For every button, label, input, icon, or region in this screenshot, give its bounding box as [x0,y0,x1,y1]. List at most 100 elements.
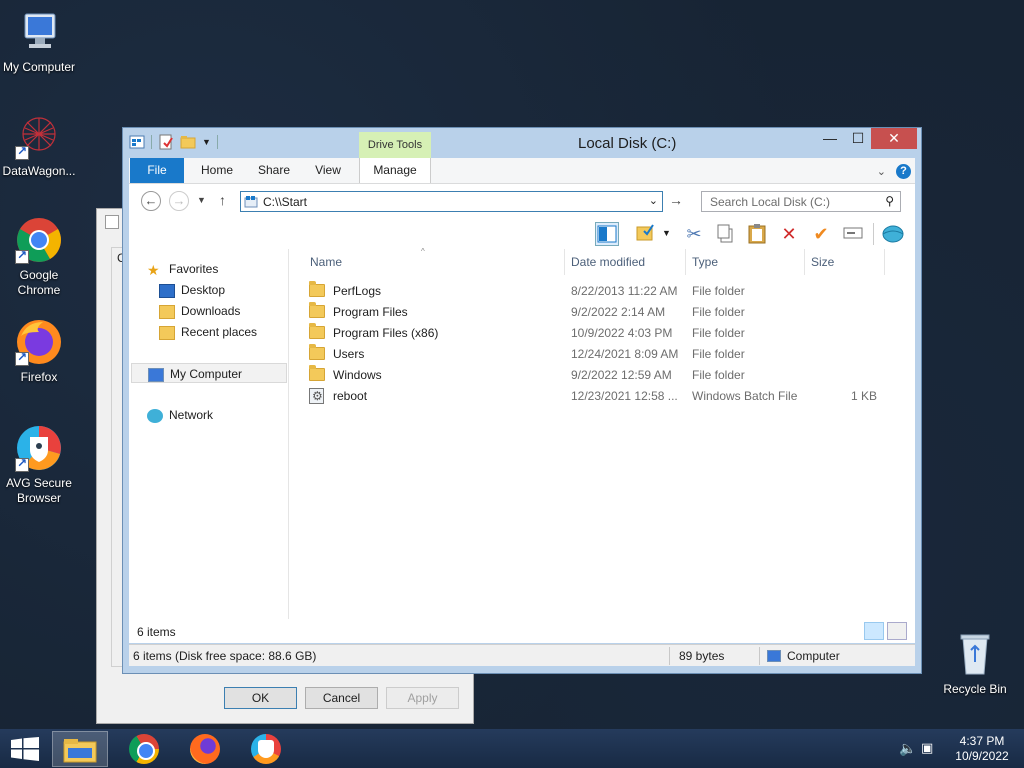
back-button[interactable]: ← [141,191,161,211]
shortcut-arrow-icon [15,144,29,160]
recycle-bin-icon [951,630,999,678]
taskbar: 🔈 ▣ 4:37 PM 10/9/2022 [0,729,1024,768]
column-header-size[interactable]: Size [811,255,834,269]
nav-network[interactable]: Network [147,405,213,425]
select-dropdown-icon[interactable]: ▼ [662,228,671,238]
desktop-icon-chrome[interactable]: Google Chrome [0,216,78,298]
tab-home[interactable]: Home [191,158,243,183]
column-header-date[interactable]: Date modified [571,255,645,269]
firefox-icon-wrap [15,318,63,366]
nav-label: Desktop [181,283,226,297]
tab-share[interactable]: Share [249,158,299,183]
desktop-icon-label: Firefox [20,370,58,384]
taskbar-explorer[interactable] [52,731,108,767]
file-row[interactable]: PerfLogs 8/22/2013 11:22 AM File folder [309,281,909,302]
maximize-button[interactable]: ☐ [845,128,871,149]
tab-view[interactable]: View [305,158,351,183]
file-explorer-icon [63,739,97,763]
copy-icon[interactable] [713,222,737,246]
rename-check-icon[interactable]: ✔ [809,222,833,246]
apply-button[interactable]: Apply [386,687,459,709]
file-row[interactable]: Users 12/24/2021 8:09 AM File folder [309,344,909,365]
column-divider[interactable] [685,249,686,275]
network-status-icon[interactable]: ▣ [921,740,933,756]
explorer-app-icon[interactable] [129,134,145,150]
taskbar-avg[interactable] [238,731,294,767]
column-divider[interactable] [804,249,805,275]
network-icon [147,408,163,423]
clock-time: 4:37 PM [959,734,1005,748]
details-bar: 6 items (Disk free space: 88.6 GB) 89 by… [129,644,915,666]
desktop-icon-recycle-bin[interactable]: Recycle Bin [936,630,1014,697]
properties-icon[interactable] [158,134,174,150]
help-icon[interactable]: ? [896,164,911,179]
folder-icon [309,365,325,381]
title-bar[interactable]: ▼ Drive Tools Local Disk (C:) — ☐ ✕ [123,128,921,159]
tab-file[interactable]: File [130,158,184,183]
search-input[interactable]: Search Local Disk (C:) [710,195,830,209]
address-bar[interactable]: C:\\Start ⌄ [240,191,663,212]
nav-favorites[interactable]: ★ Favorites [147,259,218,279]
select-checkbox-icon[interactable] [634,222,658,246]
customize-qat-icon[interactable]: ▼ [202,137,211,147]
nav-my-computer[interactable]: My Computer [131,363,287,383]
search-box[interactable]: Search Local Disk (C:) ⚲ [701,191,901,212]
disk-summary: 6 items (Disk free space: 88.6 GB) [133,649,317,663]
up-arrow-icon[interactable]: ↑ [219,192,226,208]
column-header-name[interactable]: Name [310,255,342,269]
tab-manage[interactable]: Manage [359,158,431,183]
selection-bytes: 89 bytes [679,649,725,663]
back-arrow-icon: ← [144,193,158,208]
nav-downloads[interactable]: Downloads [159,301,240,321]
taskbar-chrome[interactable] [116,731,172,767]
shortcut-arrow-icon [15,456,29,472]
large-icons-view-icon[interactable] [887,622,907,640]
file-name: reboot [333,389,368,403]
desktop-icon-firefox[interactable]: Firefox [0,318,78,385]
file-type: File folder [692,326,745,340]
firefox-icon [190,734,220,764]
file-row[interactable]: reboot 12/23/2021 12:58 ... Windows Batc… [309,386,909,407]
nav-recent-places[interactable]: Recent places [159,322,257,342]
rename-field-icon[interactable] [841,222,865,246]
address-input[interactable]: C:\\Start [263,195,307,209]
cut-icon[interactable]: ✂ [682,222,706,246]
cancel-button[interactable]: Cancel [305,687,378,709]
taskbar-firefox[interactable] [177,731,233,767]
file-row[interactable]: Program Files (x86) 10/9/2022 4:03 PM Fi… [309,323,909,344]
navigation-bar: ← → ▼ ↑ C:\\Start ⌄ → Search Local Disk … [129,183,915,219]
file-name: PerfLogs [333,284,382,298]
minimize-button[interactable]: — [817,128,843,149]
file-row[interactable]: Windows 9/2/2022 12:59 AM File folder [309,365,909,386]
start-button[interactable] [0,729,48,768]
desktop-icon-datawagon[interactable]: DataWagon... [0,112,78,179]
desktop-folder-icon [159,283,175,298]
volume-muted-icon[interactable]: 🔈 [899,740,916,757]
expand-ribbon-icon[interactable]: ⌄ [877,165,886,178]
system-clock[interactable]: 4:37 PM 10/9/2022 [952,734,1012,764]
new-folder-icon[interactable] [180,134,196,150]
network-globe-icon[interactable] [881,222,905,246]
computer-icon [15,8,63,56]
column-header-type[interactable]: Type [692,255,718,269]
go-arrow-icon[interactable]: → [669,192,683,208]
desktop-icon-avg[interactable]: AVG Secure Browser [0,424,78,506]
nav-desktop[interactable]: Desktop [159,280,225,300]
details-view-icon[interactable] [864,622,884,640]
close-button[interactable]: ✕ [871,128,917,149]
forward-button[interactable]: → [169,191,189,211]
ok-button[interactable]: OK [224,687,297,709]
preview-pane-icon[interactable] [595,222,619,246]
desktop-icon-my-computer[interactable]: My Computer [0,8,78,75]
file-row[interactable]: Program Files 9/2/2022 2:14 AM File fold… [309,302,909,323]
delete-icon[interactable]: ✕ [777,222,801,246]
column-divider[interactable] [564,249,565,275]
windows-logo-icon [11,737,39,761]
datawagon-icon [15,112,63,160]
command-toolbar: ▼ ✂ ✕ ✔ [129,219,915,249]
column-divider[interactable] [884,249,885,275]
paste-icon[interactable] [745,222,769,246]
content-area: ★ Favorites Desktop Downloads Recent plac… [129,247,915,619]
recent-locations-icon[interactable]: ▼ [197,195,206,205]
address-dropdown-icon[interactable]: ⌄ [649,194,658,207]
